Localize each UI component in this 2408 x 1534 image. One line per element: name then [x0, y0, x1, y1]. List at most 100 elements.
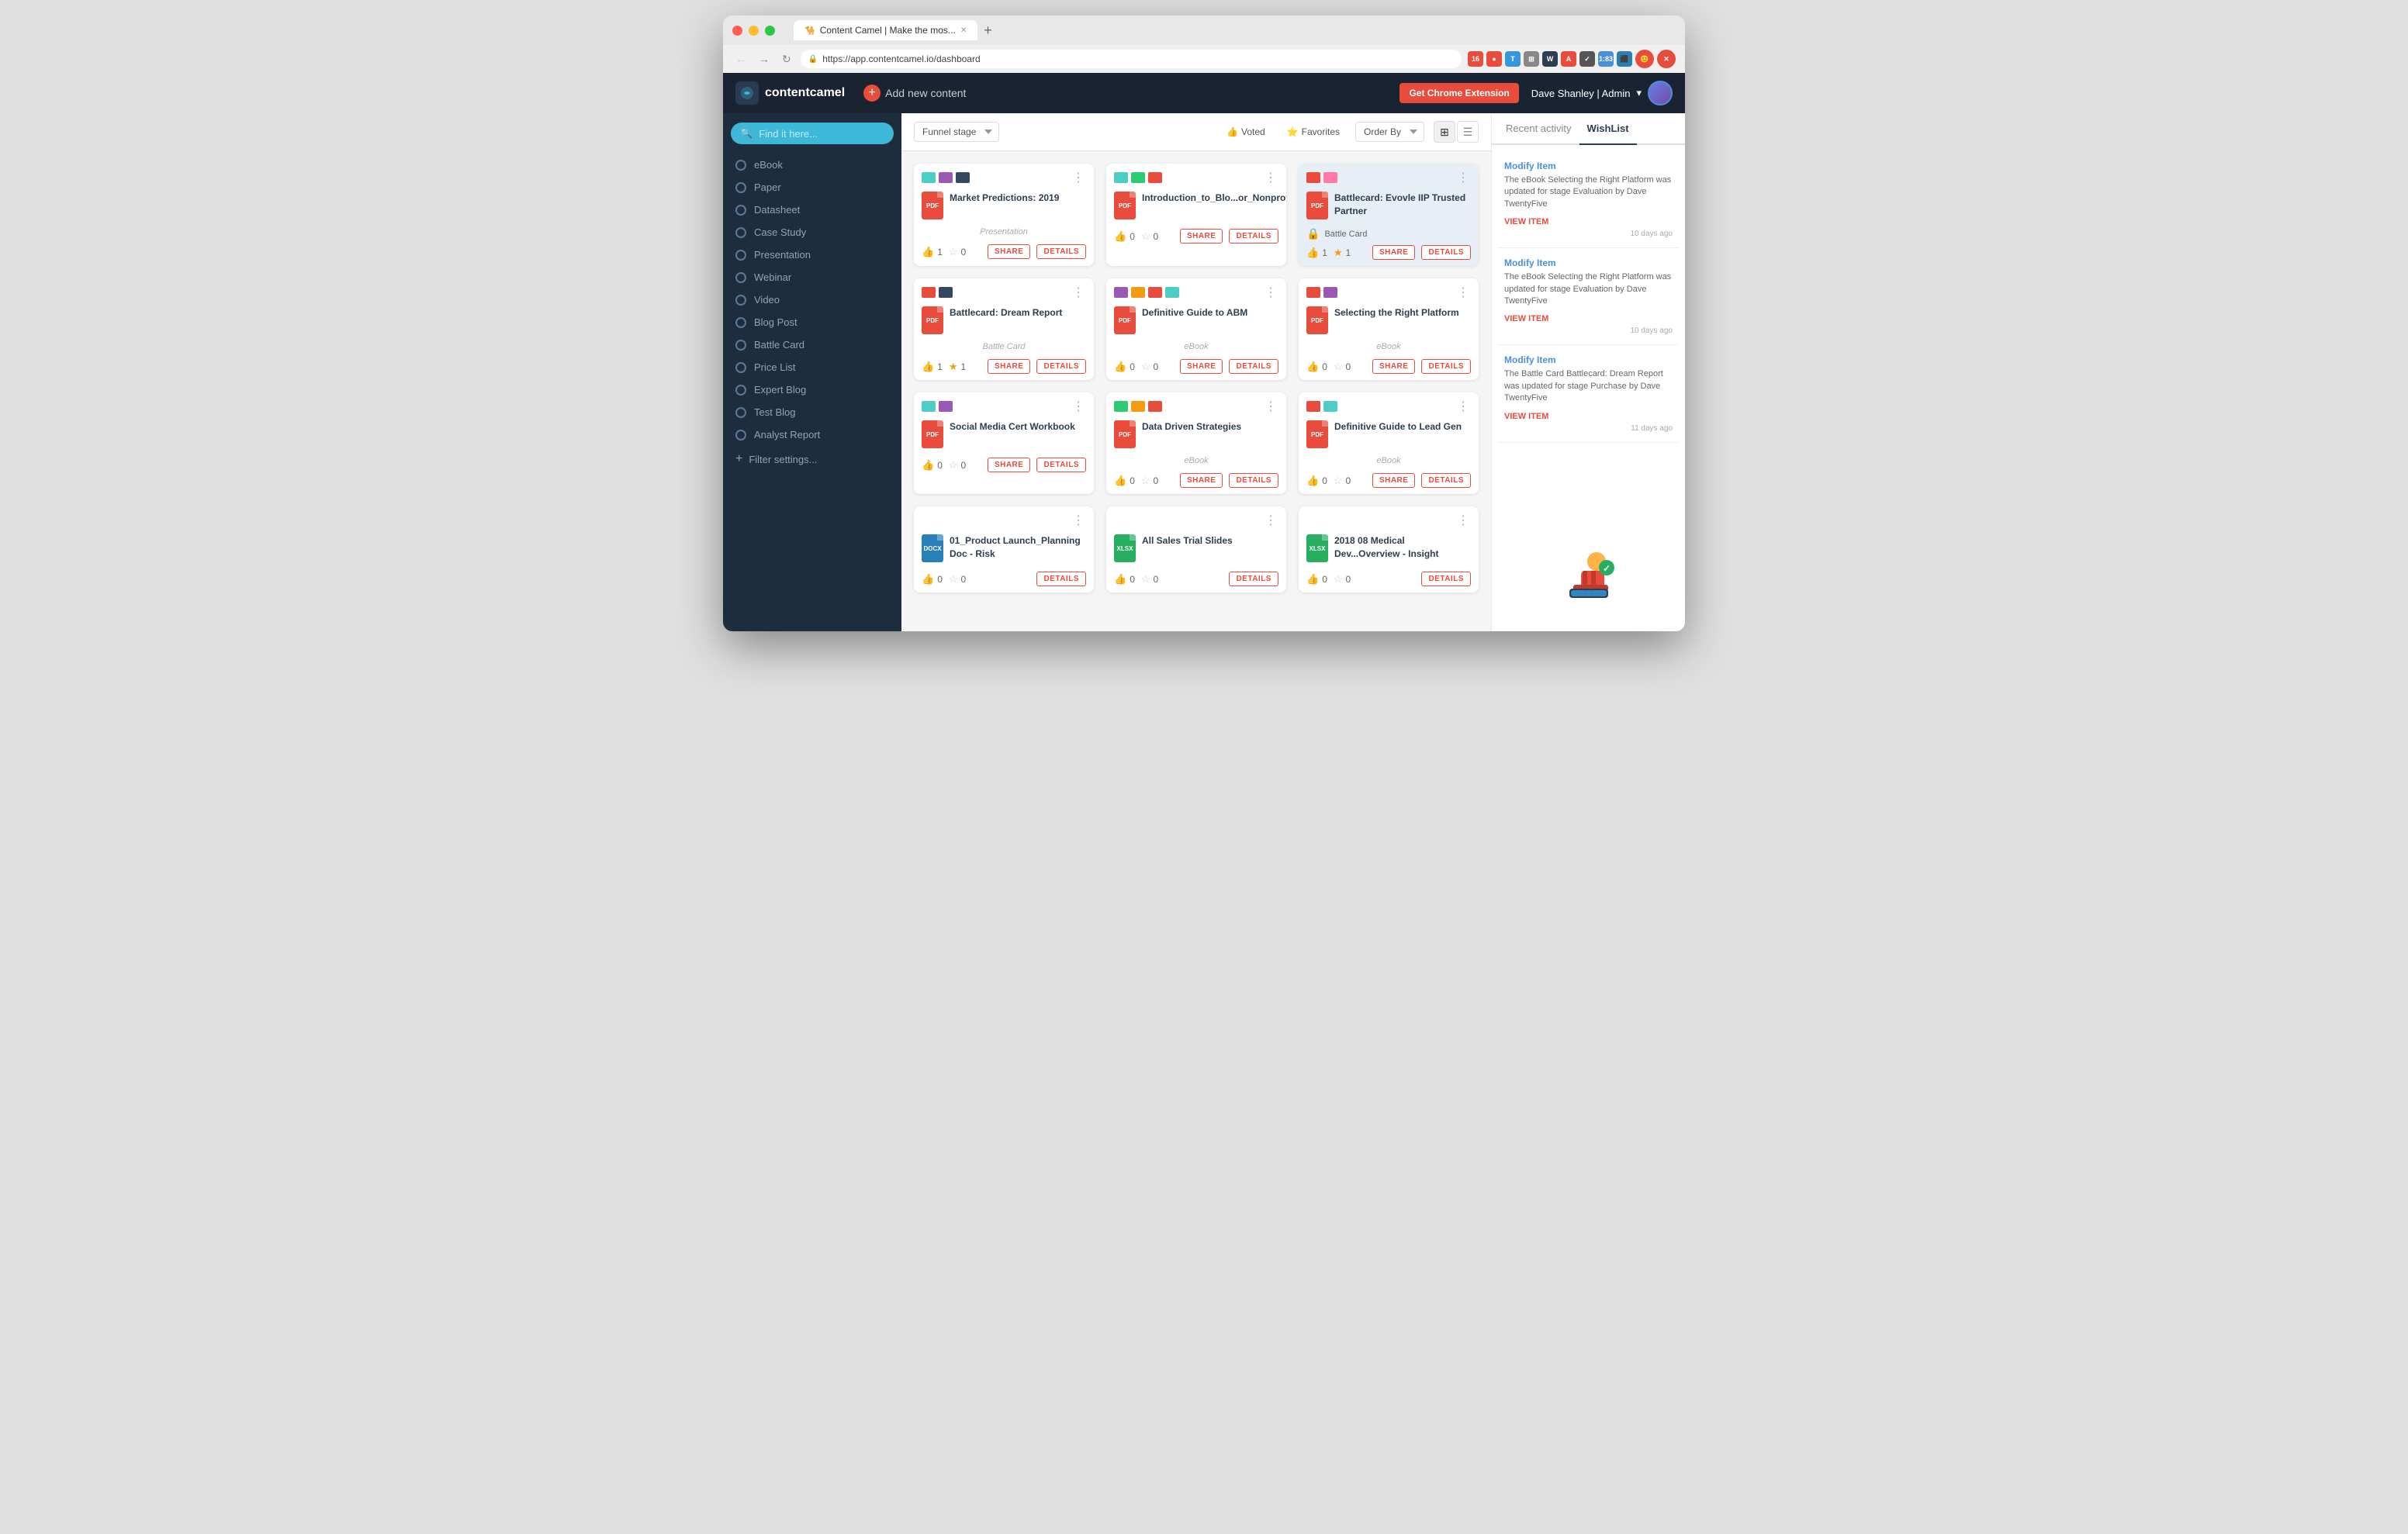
- thumb-up-icon[interactable]: 👍: [1306, 573, 1319, 586]
- thumb-up-icon[interactable]: 👍: [1306, 361, 1319, 373]
- thumb-up-icon[interactable]: 👍: [922, 573, 934, 586]
- details-button[interactable]: DETAILS: [1421, 245, 1471, 260]
- share-button[interactable]: SHARE: [1180, 473, 1223, 488]
- search-input[interactable]: [759, 128, 884, 140]
- tab-close-button[interactable]: ✕: [960, 26, 967, 35]
- active-tab[interactable]: 🐪 Content Camel | Make the mos... ✕: [794, 20, 977, 40]
- share-button[interactable]: SHARE: [988, 359, 1031, 374]
- star-icon[interactable]: ★: [1334, 247, 1343, 259]
- star-icon[interactable]: ☆: [1334, 475, 1343, 487]
- details-button[interactable]: DETAILS: [1421, 359, 1471, 374]
- view-item-link[interactable]: VIEW ITEM: [1504, 314, 1548, 323]
- star-icon[interactable]: ☆: [1141, 361, 1150, 373]
- thumb-up-icon[interactable]: 👍: [1114, 361, 1126, 373]
- more-options-button[interactable]: ⋮: [1455, 285, 1471, 300]
- sidebar-item-blog-post[interactable]: Blog Post: [723, 311, 901, 333]
- more-options-button[interactable]: ⋮: [1263, 399, 1278, 414]
- thumb-up-icon[interactable]: 👍: [922, 246, 934, 258]
- star-icon[interactable]: ☆: [1141, 573, 1150, 586]
- tab-wishlist[interactable]: WishList: [1579, 113, 1637, 145]
- tab-recent-activity[interactable]: Recent activity: [1498, 113, 1579, 145]
- details-button[interactable]: DETAILS: [1421, 473, 1471, 488]
- view-item-link[interactable]: VIEW ITEM: [1504, 217, 1548, 226]
- ext-5[interactable]: W: [1542, 51, 1558, 67]
- share-button[interactable]: SHARE: [1180, 229, 1223, 244]
- sidebar-item-test-blog[interactable]: Test Blog: [723, 401, 901, 423]
- funnel-stage-select[interactable]: Funnel stage: [914, 122, 999, 142]
- back-button[interactable]: ←: [732, 51, 749, 67]
- thumb-up-icon[interactable]: 👍: [1114, 230, 1126, 243]
- minimize-button[interactable]: [749, 26, 759, 36]
- star-icon[interactable]: ☆: [949, 246, 958, 258]
- more-options-button[interactable]: ⋮: [1263, 513, 1278, 528]
- thumb-up-icon[interactable]: 👍: [922, 361, 934, 373]
- star-icon[interactable]: ☆: [1141, 475, 1150, 487]
- ext-7[interactable]: ✓: [1579, 51, 1595, 67]
- close-button[interactable]: [732, 26, 742, 36]
- details-button[interactable]: DETAILS: [1229, 572, 1278, 586]
- ext-1[interactable]: 16: [1468, 51, 1483, 67]
- share-button[interactable]: SHARE: [1180, 359, 1223, 374]
- sidebar-item-analyst-report[interactable]: Analyst Report: [723, 423, 901, 446]
- filter-settings-item[interactable]: + Filter settings...: [723, 446, 901, 472]
- chrome-extension-button[interactable]: Get Chrome Extension: [1399, 83, 1518, 103]
- thumb-up-icon[interactable]: 👍: [1306, 247, 1319, 259]
- sidebar-item-webinar[interactable]: Webinar: [723, 266, 901, 288]
- thumb-up-icon[interactable]: 👍: [1114, 573, 1126, 586]
- new-tab-button[interactable]: +: [984, 22, 992, 39]
- favorites-filter[interactable]: ⭐ Favorites: [1281, 123, 1346, 140]
- url-bar[interactable]: 🔒 https://app.contentcamel.io/dashboard: [801, 50, 1462, 68]
- sidebar-item-expert-blog[interactable]: Expert Blog: [723, 378, 901, 401]
- more-options-button[interactable]: ⋮: [1263, 285, 1278, 300]
- grid-view-button[interactable]: ⊞: [1434, 121, 1455, 143]
- star-icon[interactable]: ☆: [1334, 573, 1343, 586]
- more-options-button[interactable]: ⋮: [1071, 513, 1086, 528]
- share-button[interactable]: SHARE: [988, 244, 1031, 259]
- star-icon[interactable]: ☆: [1334, 361, 1343, 373]
- details-button[interactable]: DETAILS: [1036, 359, 1086, 374]
- star-icon[interactable]: ☆: [949, 459, 958, 472]
- view-item-link[interactable]: VIEW ITEM: [1504, 412, 1548, 421]
- sidebar-item-case-study[interactable]: Case Study: [723, 221, 901, 244]
- list-view-button[interactable]: ☰: [1457, 121, 1479, 143]
- star-icon[interactable]: ☆: [949, 573, 958, 586]
- ext-10[interactable]: 😊: [1635, 50, 1654, 68]
- share-button[interactable]: SHARE: [1372, 473, 1416, 488]
- ext-3[interactable]: T: [1505, 51, 1521, 67]
- more-options-button[interactable]: ⋮: [1455, 399, 1471, 414]
- star-icon[interactable]: ★: [949, 361, 958, 373]
- sidebar-item-battle-card[interactable]: Battle Card: [723, 333, 901, 356]
- details-button[interactable]: DETAILS: [1421, 572, 1471, 586]
- user-menu[interactable]: Dave Shanley | Admin ▾: [1531, 81, 1673, 105]
- ext-close[interactable]: ✕: [1657, 50, 1676, 68]
- details-button[interactable]: DETAILS: [1036, 458, 1086, 472]
- details-button[interactable]: DETAILS: [1229, 229, 1278, 244]
- more-options-button[interactable]: ⋮: [1071, 170, 1086, 185]
- ext-8[interactable]: 1:83: [1598, 51, 1614, 67]
- sidebar-item-video[interactable]: Video: [723, 288, 901, 311]
- order-by-select[interactable]: Order By: [1355, 122, 1424, 142]
- details-button[interactable]: DETAILS: [1036, 244, 1086, 259]
- ext-9[interactable]: ⬛: [1617, 51, 1632, 67]
- maximize-button[interactable]: [765, 26, 775, 36]
- details-button[interactable]: DETAILS: [1229, 473, 1278, 488]
- search-box[interactable]: 🔍: [731, 123, 894, 144]
- ext-4[interactable]: ⊞: [1524, 51, 1539, 67]
- voted-filter[interactable]: 👍 Voted: [1220, 123, 1271, 140]
- ext-2[interactable]: ●: [1486, 51, 1502, 67]
- sidebar-item-datasheet[interactable]: Datasheet: [723, 199, 901, 221]
- more-options-button[interactable]: ⋮: [1263, 170, 1278, 185]
- sidebar-item-presentation[interactable]: Presentation: [723, 244, 901, 266]
- more-options-button[interactable]: ⋮: [1071, 285, 1086, 300]
- share-button[interactable]: SHARE: [1372, 245, 1416, 260]
- share-button[interactable]: SHARE: [1372, 359, 1416, 374]
- star-icon[interactable]: ☆: [1141, 230, 1150, 243]
- details-button[interactable]: DETAILS: [1036, 572, 1086, 586]
- more-options-button[interactable]: ⋮: [1071, 399, 1086, 414]
- thumb-up-icon[interactable]: 👍: [922, 459, 934, 472]
- more-options-button[interactable]: ⋮: [1455, 513, 1471, 528]
- details-button[interactable]: DETAILS: [1229, 359, 1278, 374]
- thumb-up-icon[interactable]: 👍: [1114, 475, 1126, 487]
- sidebar-item-price-list[interactable]: Price List: [723, 356, 901, 378]
- reload-button[interactable]: ↻: [779, 51, 794, 67]
